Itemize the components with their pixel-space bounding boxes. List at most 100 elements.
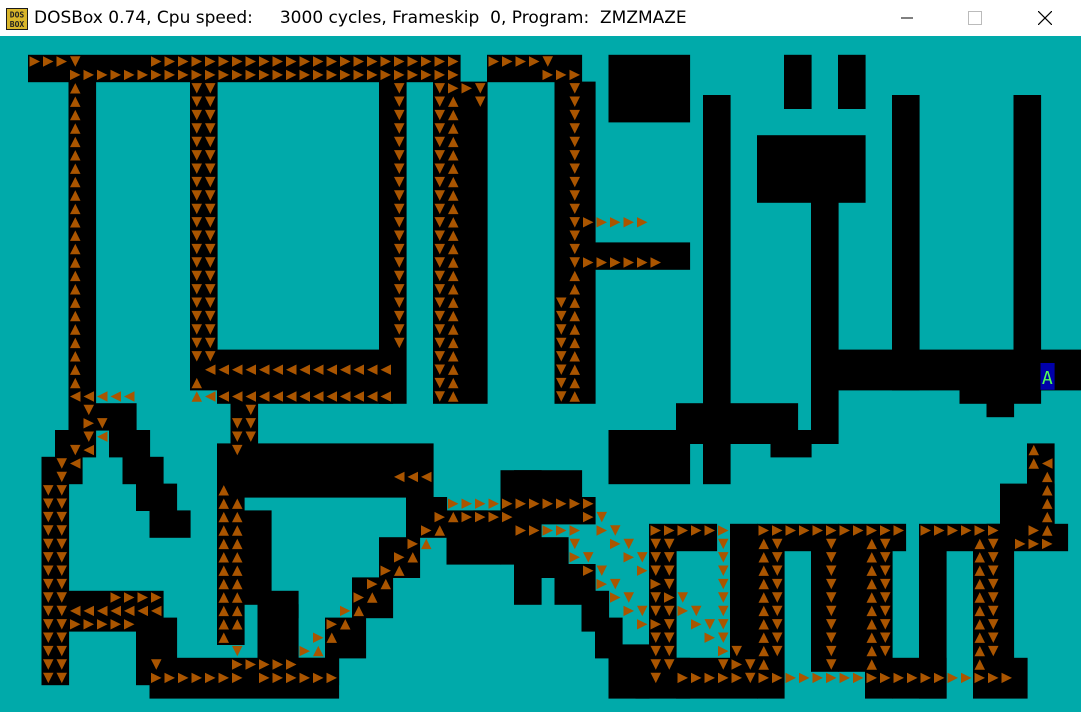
arrow-down-icon	[718, 538, 729, 550]
arrow-right-icon	[610, 592, 621, 603]
arrow-down-icon	[718, 592, 729, 603]
arrow-right-icon	[839, 672, 850, 684]
wall-segment	[298, 657, 340, 686]
dos-screen[interactable]: A	[0, 36, 1081, 712]
wall-segment	[811, 202, 839, 444]
arrow-right-icon	[826, 672, 837, 684]
arrow-down-icon	[623, 538, 634, 550]
arrow-right-icon	[596, 578, 607, 590]
arrow-right-icon	[623, 552, 634, 563]
arrow-down-icon	[610, 525, 621, 536]
arrow-right-icon	[961, 672, 972, 684]
arrow-down-icon	[677, 592, 688, 603]
wall-segment	[986, 389, 1015, 418]
wall-segment	[608, 54, 691, 123]
minimize-button[interactable]	[884, 0, 930, 36]
window-title: DOSBox 0.74, Cpu speed: 3000 cycles, Fra…	[34, 8, 687, 28]
wall-segment	[608, 430, 691, 485]
arrow-down-icon	[583, 552, 594, 563]
wall-segment	[122, 456, 164, 485]
arrow-down-icon	[637, 605, 648, 617]
arrow-right-icon	[637, 217, 648, 228]
arrow-right-icon	[785, 672, 796, 684]
arrow-down-icon	[718, 565, 729, 576]
arrow-right-icon	[623, 605, 634, 617]
wall-segment	[136, 483, 178, 511]
wall-segment	[892, 95, 920, 391]
maximize-button[interactable]	[952, 0, 998, 36]
wall-segment	[217, 443, 434, 498]
title-bar[interactable]: DOS BOX DOSBox 0.74, Cpu speed: 3000 cyc…	[0, 0, 1081, 36]
arrow-right-icon	[853, 672, 864, 684]
close-button[interactable]	[1022, 0, 1068, 36]
arrow-right-icon	[556, 525, 567, 536]
arrow-down-icon	[691, 605, 702, 617]
wall-segment	[487, 54, 583, 83]
arrow-down-icon	[596, 565, 607, 576]
wall-segment	[838, 54, 866, 109]
wall-segment	[244, 510, 272, 605]
arrow-right-icon	[488, 498, 499, 509]
arrow-right-icon	[704, 632, 715, 643]
wall-segment	[149, 510, 191, 538]
arrow-right-icon	[610, 217, 621, 228]
arrow-right-icon	[461, 498, 472, 509]
wall-segment	[770, 430, 812, 458]
arrow-down-icon	[569, 538, 580, 550]
arrow-right-icon	[677, 605, 688, 617]
arrow-right-icon	[596, 525, 607, 536]
arrow-down-icon	[718, 578, 729, 590]
minimize-icon	[901, 17, 913, 19]
arrow-right-icon	[623, 217, 634, 228]
arrow-right-icon	[947, 672, 958, 684]
maze-canvas: A	[28, 54, 1081, 699]
arrow-down-icon	[623, 592, 634, 603]
arrow-right-icon	[340, 605, 351, 617]
arrow-left-icon	[97, 391, 108, 402]
arrow-up-icon	[191, 391, 202, 402]
arrow-down-icon	[610, 578, 621, 590]
player: A	[1040, 363, 1055, 390]
maximize-icon	[968, 11, 982, 25]
arrow-down-icon	[232, 645, 243, 657]
arrow-right-icon	[596, 217, 607, 228]
arrow-right-icon	[718, 645, 729, 657]
arrow-right-icon	[542, 525, 553, 536]
icon-text-box: BOX	[10, 20, 25, 29]
arrow-down-icon	[704, 619, 715, 630]
arrow-left-icon	[97, 431, 108, 442]
arrow-right-icon	[475, 498, 486, 509]
wall-segment	[838, 550, 866, 672]
arrow-right-icon	[637, 619, 648, 630]
wall-segment	[1013, 523, 1069, 552]
arrow-right-icon	[299, 645, 310, 657]
arrow-right-icon	[569, 525, 580, 536]
arrow-right-icon	[569, 552, 580, 563]
arrow-right-icon	[718, 525, 729, 536]
wall-segment	[595, 242, 691, 270]
close-icon	[1038, 11, 1052, 25]
icon-text-dos: DOS	[10, 11, 25, 20]
arrow-down-icon	[596, 511, 607, 523]
arrow-down-icon	[718, 619, 729, 630]
maze-walls	[28, 54, 1081, 699]
arrow-left-icon	[110, 391, 121, 402]
wall-segment	[230, 403, 259, 444]
arrow-right-icon	[799, 672, 810, 684]
wall-segment	[1013, 95, 1042, 391]
dosbox-window: DOS BOX DOSBox 0.74, Cpu speed: 3000 cyc…	[0, 0, 1081, 712]
player-glyph: A	[1042, 368, 1053, 389]
dosbox-icon: DOS BOX	[6, 8, 28, 30]
arrow-right-icon	[812, 672, 823, 684]
arrow-left-icon	[124, 391, 135, 402]
arrow-right-icon	[637, 565, 648, 576]
wall-segment	[784, 54, 812, 109]
arrow-down-icon	[718, 552, 729, 563]
arrow-right-icon	[610, 538, 621, 550]
arrow-right-icon	[448, 498, 459, 509]
arrow-up-icon	[313, 645, 324, 657]
arrow-right-icon	[691, 619, 702, 630]
arrow-down-icon	[637, 552, 648, 563]
wall-segment	[757, 135, 866, 203]
arrow-down-icon	[718, 605, 729, 617]
